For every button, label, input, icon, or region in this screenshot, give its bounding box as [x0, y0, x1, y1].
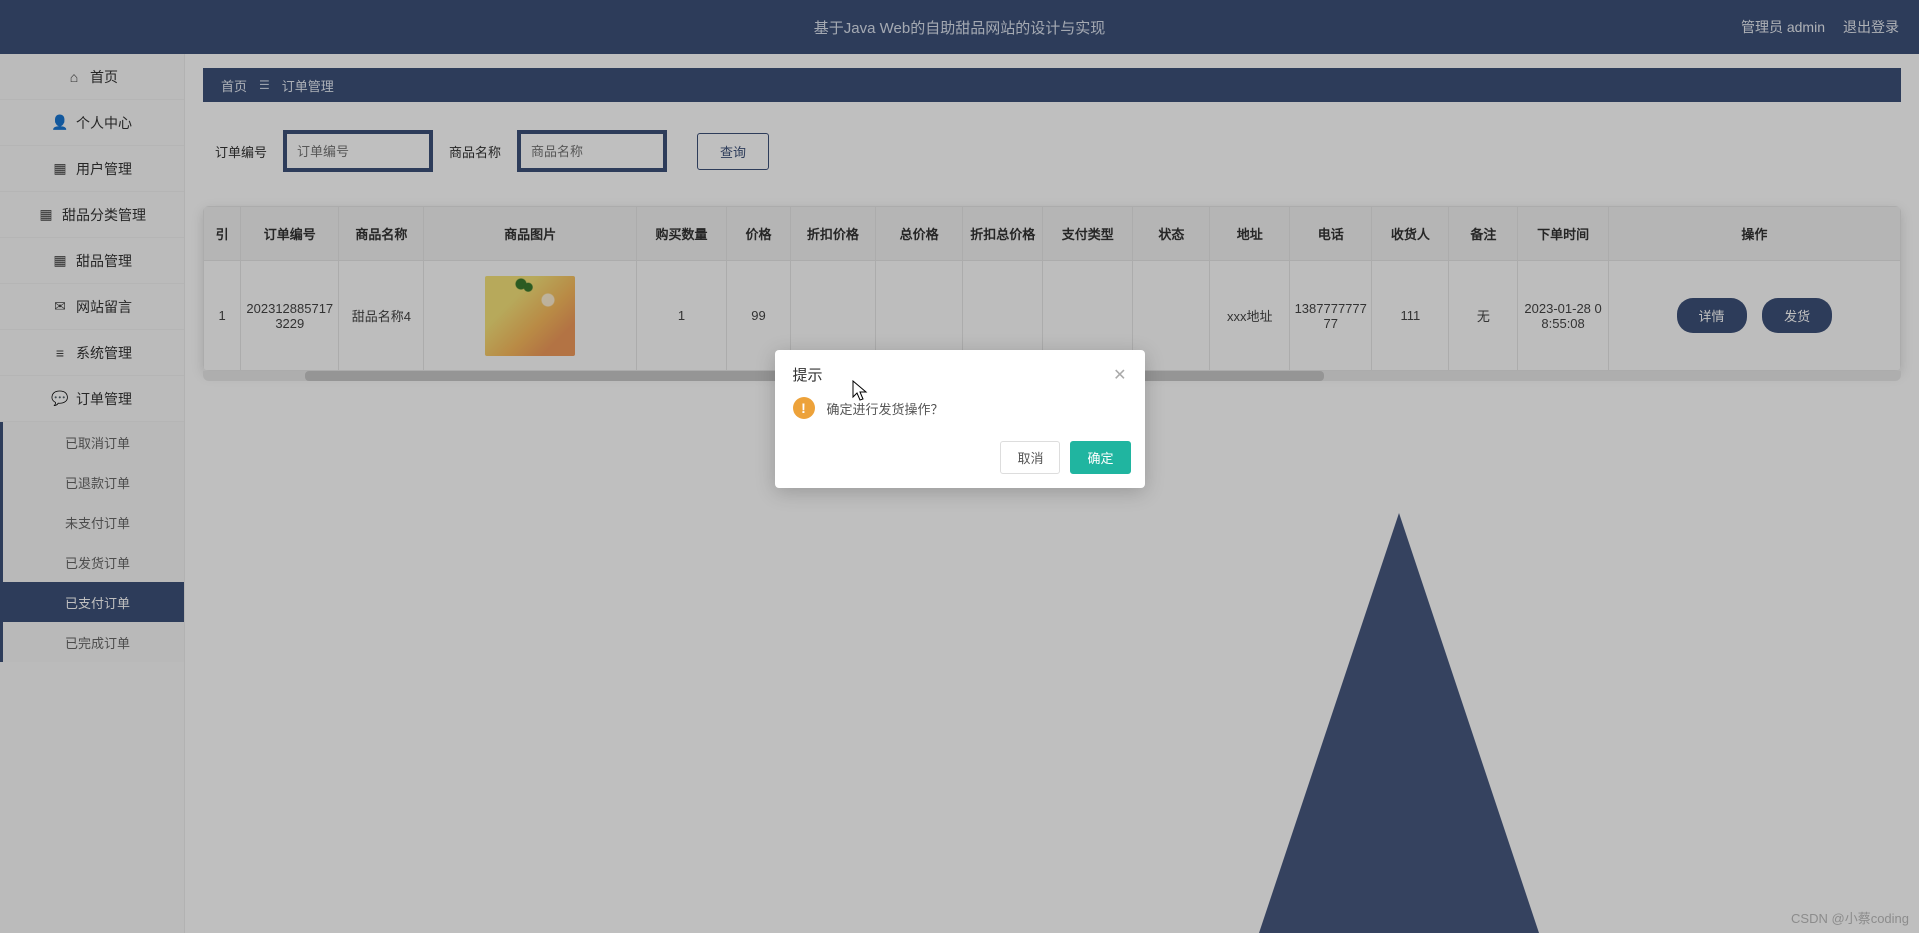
warning-icon: ! — [793, 397, 815, 419]
dialog-header: 提示 ✕ — [775, 350, 1145, 391]
dialog-footer: 取消 确定 — [775, 437, 1145, 488]
dialog-title: 提示 — [793, 364, 823, 385]
confirm-button[interactable]: 确定 — [1070, 441, 1130, 474]
confirm-dialog: 提示 ✕ ! 确定进行发货操作？ 取消 确定 — [775, 350, 1145, 488]
dialog-body: ! 确定进行发货操作？ — [775, 391, 1145, 437]
dialog-message: 确定进行发货操作？ — [827, 399, 944, 418]
close-icon[interactable]: ✕ — [1113, 365, 1126, 385]
cancel-button[interactable]: 取消 — [1000, 441, 1060, 474]
